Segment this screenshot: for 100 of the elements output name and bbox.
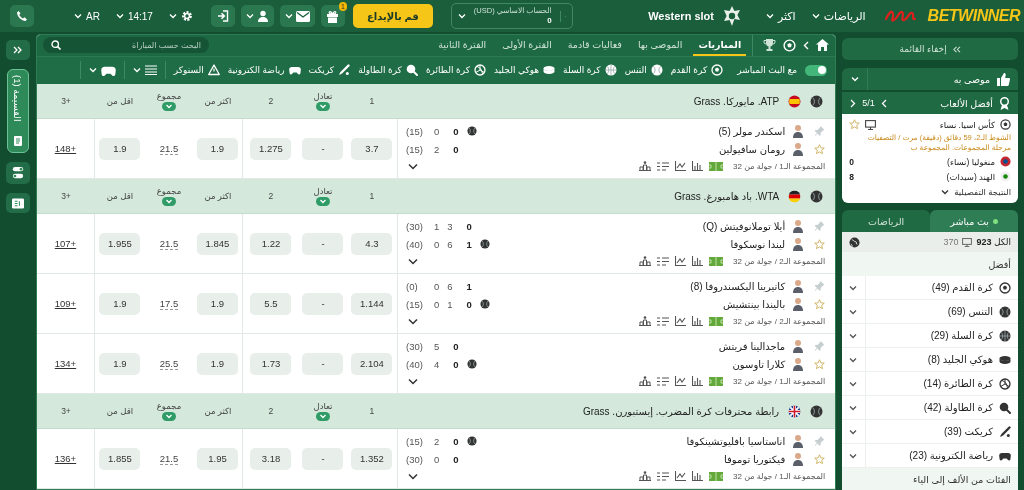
odds-button[interactable]: 1.9: [196, 292, 238, 315]
field-icon[interactable]: [709, 376, 723, 386]
trophy-icon[interactable]: [763, 39, 777, 52]
star-icon[interactable]: [814, 298, 826, 310]
odds-button[interactable]: 4.3: [351, 232, 393, 255]
monitor-icon[interactable]: [865, 119, 877, 130]
sport-filter[interactable]: كرة الطائرة: [425, 64, 486, 77]
expand-icon[interactable]: [407, 257, 418, 265]
list-icon[interactable]: [657, 161, 669, 171]
more-markets-link[interactable]: 107+: [54, 238, 77, 249]
more-markets-link[interactable]: 134+: [54, 358, 77, 369]
star-icon[interactable]: [814, 238, 826, 250]
bar-chart-icon[interactable]: [692, 316, 703, 326]
toggle-button[interactable]: [6, 162, 30, 184]
lineup-icon[interactable]: [639, 316, 651, 326]
field-icon[interactable]: [709, 471, 723, 481]
odds-button[interactable]: -: [302, 137, 344, 160]
sport-filter[interactable]: كرة الطاولة: [358, 64, 418, 77]
nav-menu[interactable]: الرياضات: [803, 9, 874, 23]
line-chart-icon[interactable]: [675, 316, 686, 326]
bar-chart-icon[interactable]: [692, 256, 703, 266]
sport-filter[interactable]: هوكي الجليد: [493, 64, 556, 77]
sport-filter[interactable]: كريكت: [308, 64, 351, 77]
bar-chart-icon[interactable]: [692, 471, 703, 481]
star-icon[interactable]: [814, 143, 826, 155]
list-icon[interactable]: [657, 256, 669, 266]
list-icon[interactable]: [657, 316, 669, 326]
dropdown-icon[interactable]: [315, 412, 330, 421]
sport-list-item[interactable]: كرة الطاولة (42): [842, 396, 1018, 420]
live-toggle[interactable]: [805, 64, 828, 76]
star-icon[interactable]: [849, 119, 861, 130]
league-name[interactable]: رابطة محترفات كرة المضرب. إيستبورن. Grass: [582, 405, 780, 417]
categories-link[interactable]: الفئات من الألف إلى الياء: [842, 468, 1018, 490]
odds-button[interactable]: 1.855: [99, 447, 141, 470]
odds-button[interactable]: 1.95: [196, 447, 238, 470]
dropdown-icon[interactable]: [161, 197, 176, 206]
line-chart-icon[interactable]: [675, 376, 686, 386]
more-markets-link[interactable]: 109+: [54, 298, 77, 309]
login-button[interactable]: [210, 5, 235, 27]
sport-filter[interactable]: السنوكر: [173, 64, 220, 77]
star-icon[interactable]: [814, 358, 826, 370]
sport-list-item[interactable]: كريكت (39): [842, 420, 1018, 444]
sport-filter[interactable]: رياضة الكترونية: [227, 64, 301, 77]
lineup-icon[interactable]: [639, 471, 651, 481]
odds-button[interactable]: 1.144: [351, 292, 393, 315]
odds-button[interactable]: 1.352: [351, 447, 393, 470]
line-chart-icon[interactable]: [675, 471, 686, 481]
odds-button[interactable]: 1.9: [99, 137, 141, 160]
odds-button[interactable]: 3.18: [250, 447, 292, 470]
bar-chart-icon[interactable]: [692, 161, 703, 171]
list-icon[interactable]: [657, 376, 669, 386]
expand-icon[interactable]: [407, 317, 418, 325]
phone-button[interactable]: [10, 5, 34, 27]
brand-logo[interactable]: BETWINNER: [927, 7, 1020, 25]
expand-button[interactable]: [6, 40, 30, 60]
list-dropdown[interactable]: [132, 65, 157, 76]
tab[interactable]: الفترة الأولى: [497, 35, 557, 56]
next-icon[interactable]: [880, 98, 887, 108]
list-icon[interactable]: [657, 471, 669, 481]
card-button[interactable]: [6, 193, 30, 213]
details-link[interactable]: النتيجة التفصيلية: [954, 186, 1011, 197]
odds-button[interactable]: 1.845: [196, 232, 238, 255]
line-chart-icon[interactable]: [675, 256, 686, 266]
tab[interactable]: الفترة الثانية: [433, 35, 492, 56]
dropdown-icon[interactable]: [161, 102, 176, 111]
field-icon[interactable]: [709, 256, 723, 266]
sport-list-item[interactable]: كرة السلة (29): [842, 324, 1018, 348]
tab[interactable]: المباريات: [693, 35, 747, 56]
odds-button[interactable]: 1.9: [99, 292, 141, 315]
sport-filter[interactable]: التنس: [624, 64, 663, 77]
league-name[interactable]: WTA. باد هامبورغ. Grass: [674, 190, 780, 202]
odds-button[interactable]: 1.275: [250, 137, 292, 160]
profile-button[interactable]: [240, 5, 274, 27]
tab[interactable]: الموصى بها: [632, 35, 688, 56]
odds-button[interactable]: 1.22: [250, 232, 292, 255]
dropdown-icon[interactable]: [315, 197, 330, 206]
language-selector[interactable]: AR: [68, 10, 106, 22]
lineup-icon[interactable]: [639, 376, 651, 386]
sidebar-tab[interactable]: بث مباشر: [930, 210, 1018, 232]
league-name[interactable]: ATP. مايوركا. Grass: [693, 95, 780, 107]
sidebar-tab[interactable]: الرياضات: [842, 210, 931, 232]
odds-button[interactable]: 1.955: [99, 232, 141, 255]
lineup-icon[interactable]: [639, 161, 651, 171]
deposit-button[interactable]: قم بالإيداع: [352, 4, 433, 28]
expand-icon[interactable]: [407, 472, 418, 480]
dropdown-icon[interactable]: [315, 102, 330, 111]
odds-button[interactable]: 1.9: [196, 352, 238, 375]
odds-button[interactable]: 2.104: [351, 352, 393, 375]
sport-list-item[interactable]: كرة القدم (49): [842, 276, 1018, 300]
expand-icon[interactable]: [407, 162, 418, 170]
nav-menu[interactable]: اكثر: [758, 9, 804, 23]
sport-list-item[interactable]: التنس (69): [842, 300, 1018, 324]
odds-button[interactable]: -: [302, 232, 344, 255]
bar-chart-icon[interactable]: [692, 376, 703, 386]
more-markets-link[interactable]: 136+: [54, 453, 77, 464]
bet-slip-tab[interactable]: القسيمة (1): [7, 69, 29, 153]
odds-button[interactable]: 1.9: [99, 352, 141, 375]
lineup-icon[interactable]: [639, 256, 651, 266]
odds-button[interactable]: 3.7: [351, 137, 393, 160]
sport-list-item[interactable]: هوكي الجليد (8): [842, 348, 1018, 372]
